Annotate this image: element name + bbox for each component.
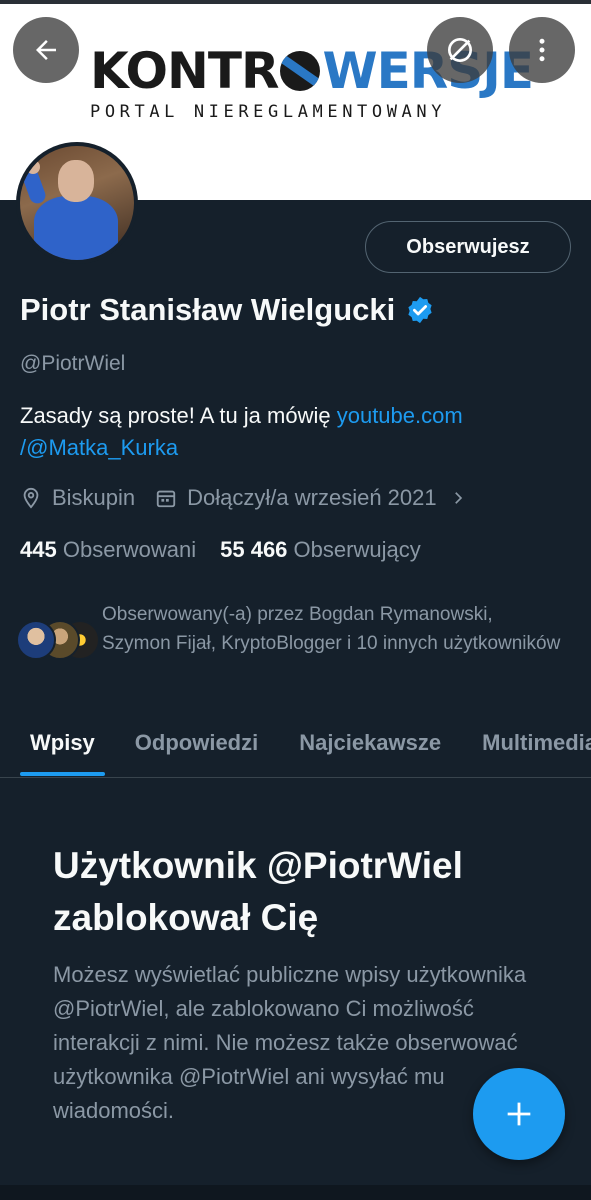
more-vertical-icon	[539, 38, 545, 62]
back-button[interactable]	[13, 17, 79, 83]
avatar-figure-body	[34, 196, 118, 260]
profile-bio: Zasady są proste! A tu ja mówię youtube.…	[20, 400, 560, 464]
followers-stat[interactable]: 55 466 Obserwujący	[220, 537, 421, 562]
calendar-icon	[156, 490, 176, 508]
bottom-navigation-edge	[0, 1185, 591, 1200]
chevron-right-icon	[454, 492, 462, 504]
logo-text-before: KONTR	[90, 42, 279, 100]
compose-button[interactable]	[473, 1068, 565, 1160]
blocked-title: Użytkownik @PiotrWiel zablokował Cię	[53, 845, 463, 938]
following-stat[interactable]: 445 Obserwowani	[20, 537, 196, 562]
joined-item[interactable]: Dołączył/a wrzesień 2021	[155, 485, 466, 511]
verified-badge-icon[interactable]	[405, 295, 435, 325]
bio-text: Zasady są proste! A tu ja mówię	[20, 403, 337, 428]
followed-by-avatars	[16, 620, 100, 664]
no-link-icon	[448, 38, 472, 62]
followers-count: 55 466	[220, 537, 288, 562]
display-name: Piotr Stanisław Wielgucki	[20, 292, 396, 327]
logo-ball-icon	[280, 51, 321, 91]
tab-highlights[interactable]: Najciekawsze	[299, 708, 441, 777]
location-pin-icon	[23, 487, 39, 509]
following-button[interactable]: Obserwujesz	[365, 221, 571, 273]
location-item: Biskupin	[20, 485, 135, 511]
avatar-figure-hand	[26, 160, 40, 174]
avatar-figure-head	[58, 160, 94, 202]
followed-by-text: Obserwowany(-a) przez Bogdan Rymanowski,…	[102, 604, 561, 654]
tab-media[interactable]: Multimedia	[482, 708, 591, 777]
following-count: 445	[20, 537, 57, 562]
bio-link-line1: youtube.com	[336, 403, 463, 428]
profile-stats: 445 Obserwowani 55 466 Obserwujący	[20, 537, 421, 563]
banner-top-edge	[0, 0, 591, 4]
link-off-button[interactable]	[427, 17, 493, 83]
more-options-button[interactable]	[509, 17, 575, 83]
arrow-left-icon	[36, 40, 56, 60]
bio-link-line2: /@Matka_Kurka	[20, 435, 179, 460]
followed-by-section[interactable]: Obserwowany(-a) przez Bogdan Rymanowski,…	[16, 600, 562, 664]
joined-text: Dołączył/a wrzesień 2021	[187, 485, 437, 510]
followers-label: Obserwujący	[293, 537, 421, 562]
profile-name-row: Piotr Stanisław Wielgucki	[20, 292, 435, 328]
location-text: Biskupin	[52, 485, 136, 510]
following-label: Obserwowani	[62, 537, 197, 562]
logo-tagline: PORTAL NIEREGLAMENTOWANY	[90, 102, 447, 122]
tab-posts[interactable]: Wpisy	[20, 708, 105, 777]
plus-icon	[507, 1102, 531, 1126]
tab-replies[interactable]: Odpowiedzi	[135, 708, 258, 777]
profile-avatar[interactable]	[16, 142, 138, 264]
profile-meta: Biskupin Dołączył/a wrzesień 2021	[20, 485, 487, 511]
avatar	[16, 620, 56, 660]
avatar-photo	[20, 146, 134, 260]
profile-handle: @PiotrWiel	[20, 352, 126, 375]
profile-tabs: Wpisy Odpowiedzi Najciekawsze Multimedia	[0, 708, 591, 778]
